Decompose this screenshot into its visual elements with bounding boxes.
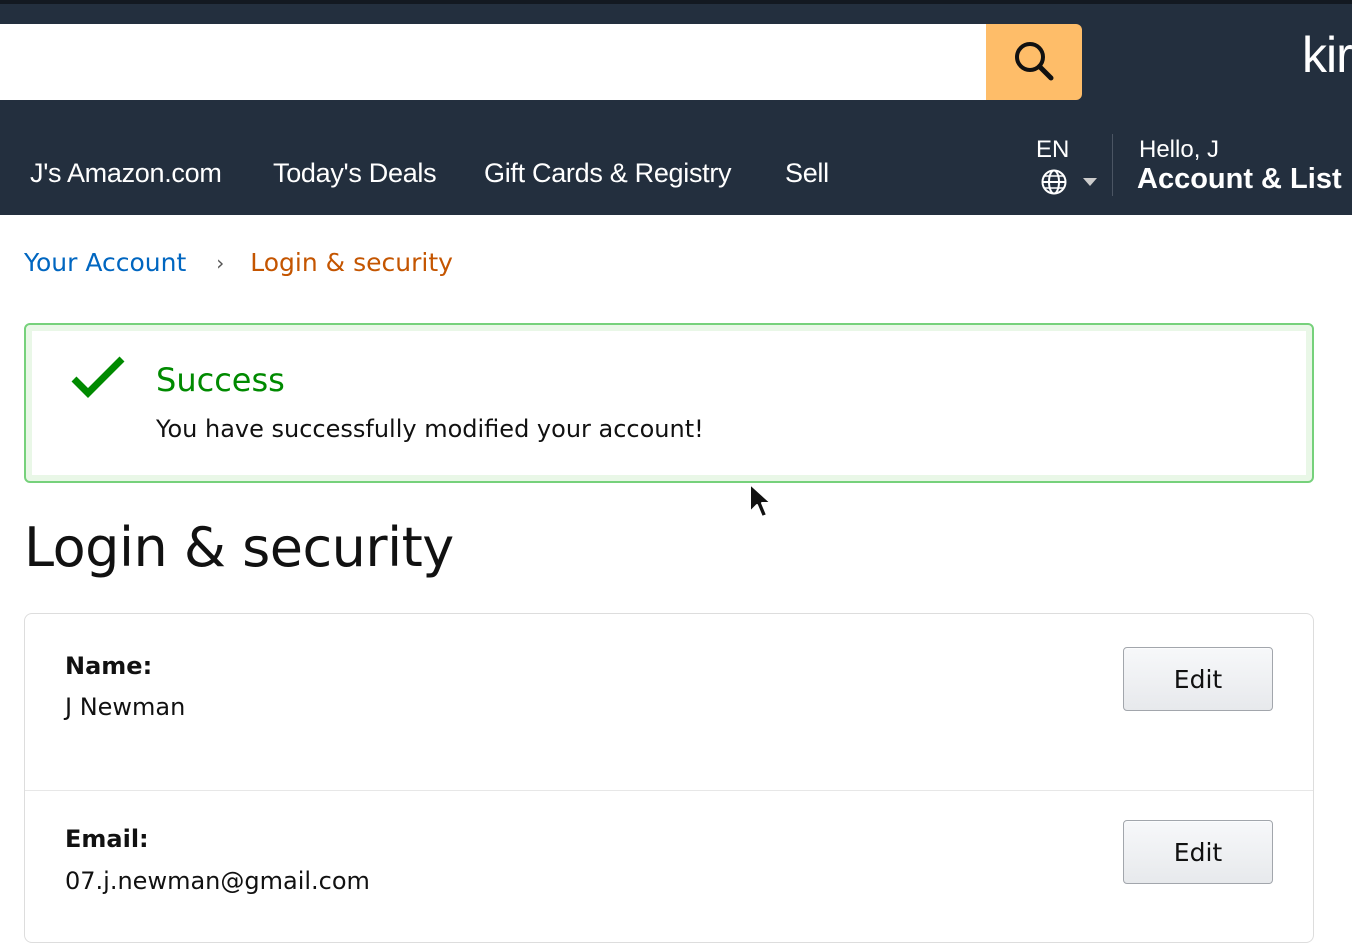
settings-row-email: Email: 07.j.newman@gmail.com Edit — [25, 791, 1313, 943]
breadcrumb-separator: › — [216, 250, 225, 275]
success-alert: Success You have successfully modified y… — [24, 323, 1314, 483]
search-button[interactable] — [986, 24, 1082, 100]
alert-heading: Success — [156, 361, 285, 399]
breadcrumb-your-account[interactable]: Your Account — [24, 248, 186, 277]
caret-down-icon[interactable] — [1083, 178, 1097, 186]
email-value: 07.j.newman@gmail.com — [65, 867, 370, 895]
language-code[interactable]: EN — [1036, 136, 1069, 164]
edit-name-button[interactable]: Edit — [1123, 647, 1273, 711]
brand-text: kir — [1302, 27, 1352, 83]
nav-link-todays-deals[interactable]: Today's Deals — [273, 158, 437, 189]
search-input[interactable] — [0, 24, 986, 100]
settings-row-name: Name: J Newman Edit — [25, 614, 1313, 791]
account-lists-link[interactable]: Account & List — [1137, 163, 1342, 196]
edit-email-button[interactable]: Edit — [1123, 820, 1273, 884]
header-top-strip — [0, 0, 1352, 4]
account-greeting[interactable]: Hello, J — [1139, 136, 1219, 164]
nav-link-my-amazon[interactable]: J's Amazon.com — [30, 158, 222, 189]
breadcrumb-current: Login & security — [250, 248, 453, 277]
name-value: J Newman — [65, 693, 186, 721]
breadcrumb: Your Account › Login & security — [24, 248, 453, 277]
nav-link-gift-cards-registry[interactable]: Gift Cards & Registry — [484, 158, 732, 189]
search-icon — [1015, 42, 1054, 81]
mouse-cursor-icon — [749, 483, 772, 518]
checkmark-icon — [71, 356, 125, 398]
top-navigation-bar: kir J's Amazon.com Today's Deals Gift Ca… — [0, 0, 1352, 215]
page-title: Login & security — [24, 516, 454, 579]
alert-message: You have successfully modified your acco… — [156, 415, 704, 443]
nav-divider — [1112, 134, 1113, 196]
login-security-card: Name: J Newman Edit Email: 07.j.newman@g… — [24, 613, 1314, 943]
globe-icon[interactable] — [1040, 168, 1068, 196]
name-label: Name: — [65, 652, 153, 680]
nav-link-sell[interactable]: Sell — [785, 158, 829, 189]
email-label: Email: — [65, 825, 149, 853]
